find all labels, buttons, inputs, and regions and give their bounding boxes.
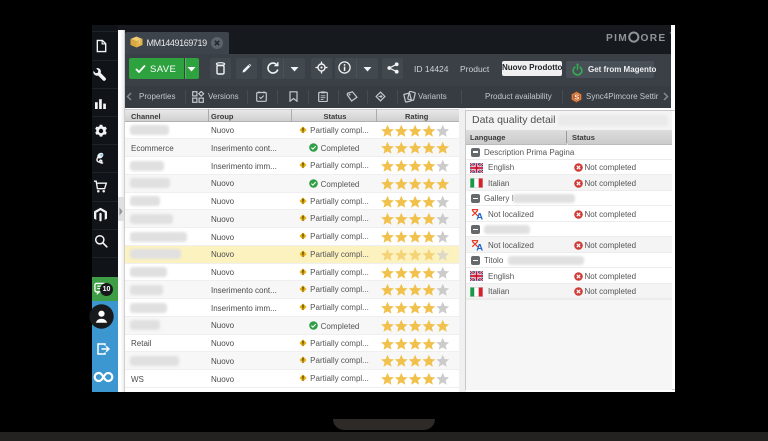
svg-text:A: A: [476, 242, 483, 251]
svg-text:S: S: [574, 92, 579, 101]
svg-text:ORE: ORE: [641, 33, 667, 44]
svg-text:A: A: [476, 211, 483, 220]
svg-text:PIM: PIM: [606, 33, 628, 44]
